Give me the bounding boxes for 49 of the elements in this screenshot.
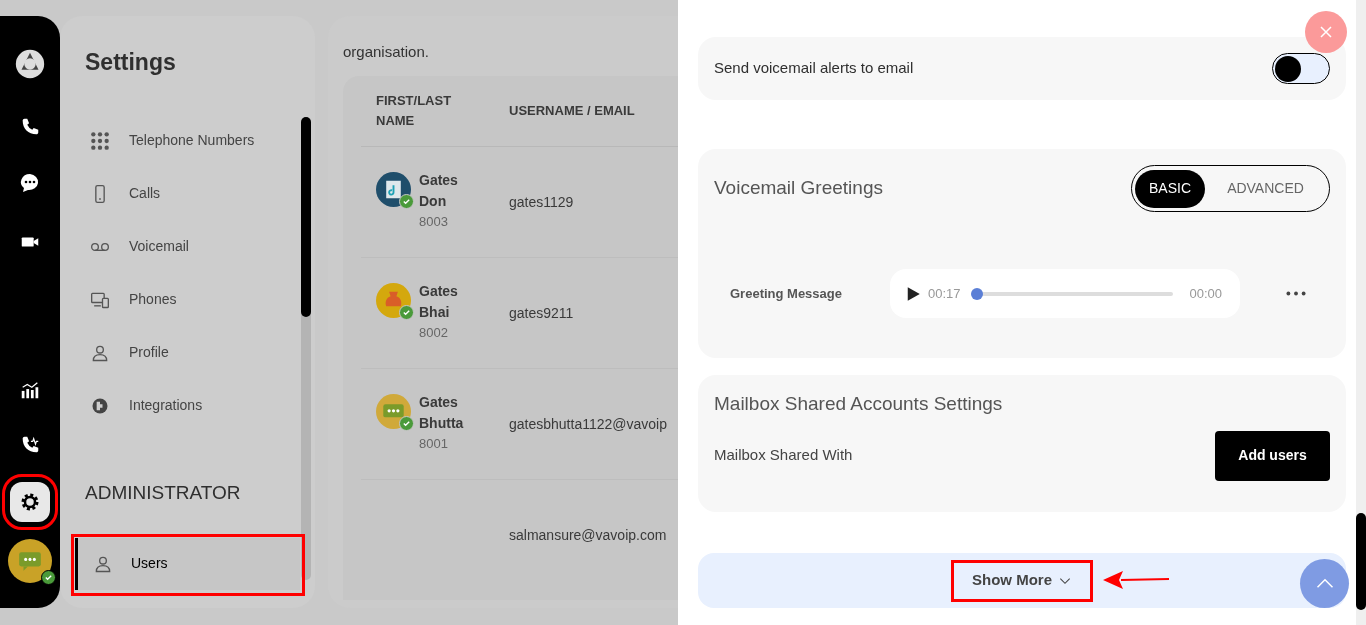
user-first-name: Gates bbox=[419, 282, 458, 301]
user-first-name: Gates bbox=[419, 393, 459, 412]
settings-menu-item[interactable]: Profile bbox=[85, 326, 300, 379]
progress-thumb[interactable] bbox=[970, 287, 983, 300]
settings-menu-item[interactable]: Telephone Numbers bbox=[85, 114, 300, 167]
scrollbar-thumb[interactable] bbox=[1356, 513, 1366, 610]
table-cell-text: gates1129 bbox=[509, 192, 574, 212]
settings-menu-item[interactable]: Voicemail bbox=[85, 220, 300, 273]
admin-menu-item[interactable]: Users bbox=[75, 537, 300, 590]
user-extension: 8002 bbox=[419, 324, 449, 342]
scrollbar[interactable] bbox=[1356, 0, 1366, 625]
user-extension: 8001 bbox=[419, 435, 449, 453]
mode-tab[interactable]: BASIC bbox=[1135, 169, 1205, 208]
scrollbar-thumb[interactable] bbox=[301, 117, 311, 317]
more-button[interactable] bbox=[1286, 291, 1306, 296]
add-users-button[interactable]: Add users bbox=[1215, 430, 1330, 481]
column-header: FIRST/LAST NAME bbox=[376, 92, 453, 130]
user-last-name: Bhai bbox=[419, 303, 451, 322]
scrollbar[interactable] bbox=[301, 117, 311, 580]
user-first-name: Gates bbox=[419, 171, 458, 190]
user-last-name: Bhutta bbox=[419, 414, 464, 433]
logo-icon bbox=[13, 47, 47, 81]
mode-tab[interactable]: ADVANCED bbox=[1205, 169, 1326, 208]
table-cell-text: gates9211 bbox=[509, 303, 574, 323]
user-extension: 8003 bbox=[419, 213, 449, 231]
table-cell-text: salmansure@vavoip.com bbox=[509, 526, 667, 545]
more-icon bbox=[1286, 291, 1306, 296]
close-icon bbox=[1320, 26, 1332, 38]
remaining-time: 00:00 bbox=[1189, 284, 1222, 303]
column-header: USERNAME / EMAIL bbox=[509, 102, 635, 120]
settings-menu-item[interactable]: Calls bbox=[85, 167, 300, 220]
settings-menu-item[interactable]: Integrations bbox=[85, 379, 300, 432]
setting-label: Send voicemail alerts to email bbox=[714, 58, 914, 79]
user-last-name: Don bbox=[419, 192, 448, 211]
table-cell-text: gatesbhutta1122@vavoip bbox=[509, 414, 667, 434]
toggle-switch[interactable] bbox=[1272, 53, 1330, 84]
section-heading: ADMINISTRATOR bbox=[85, 481, 242, 505]
elapsed-time: 00:17 bbox=[928, 284, 961, 303]
card-title: Mailbox Shared Accounts Settings bbox=[714, 392, 1004, 416]
greeting-label: Greeting Message bbox=[730, 284, 843, 303]
show-more-button[interactable]: Show More bbox=[951, 559, 1093, 602]
intro-text: organisation. bbox=[343, 42, 430, 62]
annotation-arrow bbox=[1103, 570, 1169, 590]
settings-menu-item[interactable]: Phones bbox=[85, 273, 300, 326]
setting-label: Mailbox Shared With bbox=[714, 445, 853, 466]
panel-title: Settings bbox=[85, 48, 177, 77]
keypad-icon bbox=[90, 130, 110, 151]
chart-icon bbox=[19, 379, 41, 401]
card-title: Voicemail Greetings bbox=[714, 176, 883, 201]
